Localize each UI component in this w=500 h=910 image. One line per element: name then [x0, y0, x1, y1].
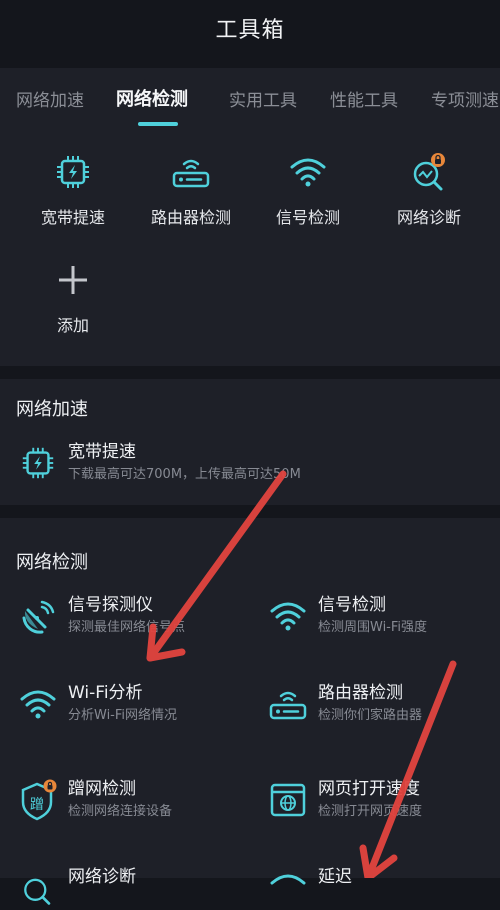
item-name: 网页打开速度 — [318, 779, 420, 799]
quick-action-router-check[interactable]: 路由器检测 — [136, 150, 246, 228]
item-name: 信号检测 — [318, 595, 386, 615]
router-icon — [266, 682, 310, 726]
quick-action-label: 宽带提速 — [40, 208, 105, 227]
tab-performance[interactable]: 性能工具 — [330, 86, 398, 111]
page-title: 工具箱 — [215, 18, 285, 43]
radar-icon — [16, 594, 60, 638]
item-name: 信号探测仪 — [68, 595, 153, 615]
ping-icon — [266, 866, 310, 910]
item-name: 延迟 — [318, 867, 352, 887]
section-title: 网络加速 — [16, 399, 88, 420]
list-item-signal-probe[interactable]: 信号探测仪 探测最佳网络信号点 — [16, 594, 185, 638]
wifi-icon — [16, 682, 60, 726]
list-item-network-diagnose[interactable]: 网络诊断 — [16, 866, 136, 910]
item-name: 路由器检测 — [318, 683, 403, 703]
chip-bolt-icon — [16, 441, 60, 485]
detect-section: 网络检测 信号探测仪 探测最佳网络信号点 信号检测 检测周围Wi-Fi强度 Wi… — [0, 518, 500, 905]
quick-action-broadband-boost[interactable]: 宽带提速 — [18, 150, 128, 228]
tab-special-speed[interactable]: 专项测速 — [431, 86, 499, 111]
quick-actions-panel: 宽带提速 路由器检测 信号检测 网络诊断 添加 — [0, 130, 500, 366]
tab-network-accel[interactable]: 网络加速 — [16, 86, 84, 111]
item-desc: 检测打开网页速度 — [318, 804, 423, 819]
tab-network-detect[interactable]: 网络检测 — [116, 85, 188, 111]
shield-icon: 蹭 — [16, 778, 60, 822]
chip-bolt-icon — [51, 150, 95, 194]
svg-text:蹭: 蹭 — [30, 797, 44, 813]
item-desc: 分析Wi-Fi网络情况 — [68, 708, 178, 723]
item-name: 蹭网检测 — [68, 779, 136, 799]
item-desc: 检测周围Wi-Fi强度 — [318, 620, 428, 635]
item-desc: 下载最高可达700M，上传最高可达50M — [68, 467, 301, 482]
quick-action-label: 添加 — [56, 316, 89, 335]
network-diagnose-icon — [407, 150, 451, 194]
quick-action-network-diagnose[interactable]: 网络诊断 — [374, 150, 484, 228]
quick-action-label: 信号检测 — [275, 208, 340, 227]
item-name: 网络诊断 — [68, 867, 136, 887]
item-name: Wi-Fi分析 — [68, 683, 143, 703]
item-name: 宽带提速 — [68, 442, 136, 462]
plus-icon — [51, 258, 95, 302]
item-desc: 检测你们家路由器 — [318, 708, 423, 723]
app-header: 工具箱 — [0, 0, 500, 56]
tab-utilities[interactable]: 实用工具 — [229, 86, 297, 111]
accel-section: 网络加速 宽带提速 下载最高可达700M，上传最高可达50M — [0, 379, 500, 505]
wifi-icon — [266, 594, 310, 638]
list-item-latency[interactable]: 延迟 — [266, 866, 352, 910]
tab-bar: 网络加速 网络检测 实用工具 性能工具 专项测速 — [0, 68, 500, 130]
wifi-icon — [286, 150, 330, 194]
webpage-icon — [266, 778, 310, 822]
list-item-broadband-boost[interactable]: 宽带提速 下载最高可达700M，上传最高可达50M — [16, 441, 301, 485]
list-item-signal-check[interactable]: 信号检测 检测周围Wi-Fi强度 — [266, 594, 427, 638]
item-desc: 检测网络连接设备 — [68, 804, 173, 819]
list-item-router-check[interactable]: 路由器检测 检测你们家路由器 — [266, 682, 422, 726]
router-icon — [169, 150, 213, 194]
list-item-freeloader-check[interactable]: 蹭 蹭网检测 检测网络连接设备 — [16, 778, 172, 822]
quick-action-label: 路由器检测 — [150, 208, 231, 227]
network-diagnose-icon — [16, 866, 60, 910]
quick-action-signal-check[interactable]: 信号检测 — [253, 150, 363, 228]
item-desc: 探测最佳网络信号点 — [68, 620, 186, 635]
list-item-wifi-analysis[interactable]: Wi-Fi分析 分析Wi-Fi网络情况 — [16, 682, 177, 726]
active-tab-indicator — [138, 122, 178, 126]
quick-action-add[interactable]: 添加 — [18, 258, 128, 336]
section-title: 网络检测 — [16, 552, 88, 573]
list-item-webpage-speed[interactable]: 网页打开速度 检测打开网页速度 — [266, 778, 422, 822]
quick-action-label: 网络诊断 — [396, 208, 461, 227]
